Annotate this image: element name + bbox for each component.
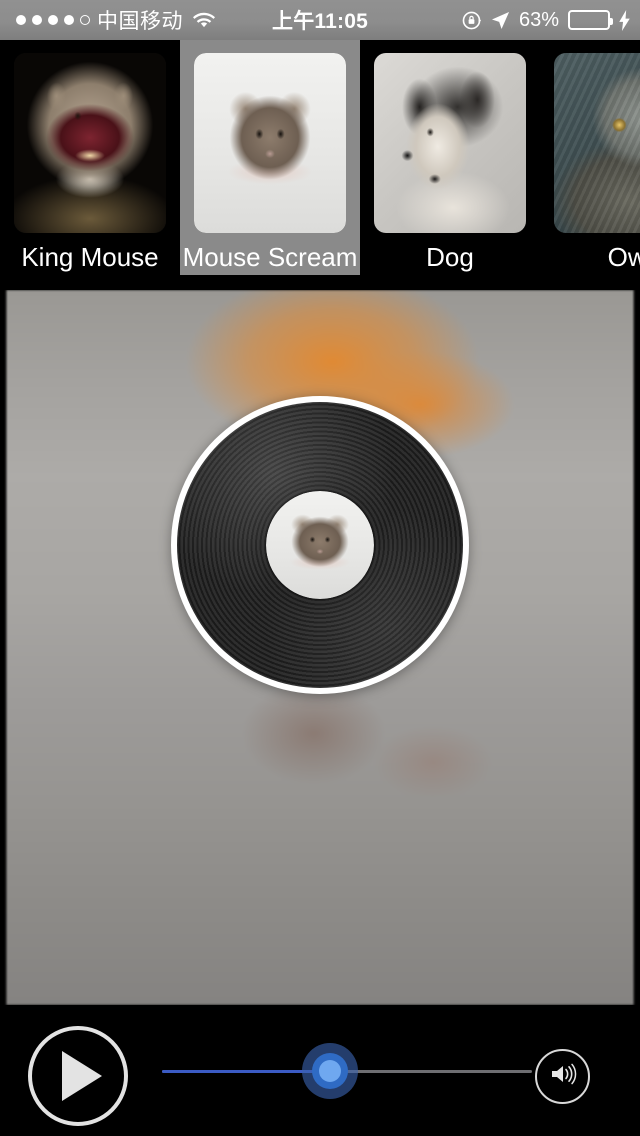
play-icon xyxy=(62,1051,102,1101)
dog-image xyxy=(374,53,526,233)
sound-thumbnail xyxy=(374,53,526,233)
sound-thumbnail xyxy=(14,53,166,233)
sound-item-label: Owl xyxy=(607,242,640,272)
king-mouse-image xyxy=(14,53,166,233)
sound-thumbnail xyxy=(554,53,640,233)
record-center-label xyxy=(266,491,374,599)
owl-image xyxy=(554,53,640,233)
lightning-bolt-icon xyxy=(618,9,631,31)
speaker-volume-icon xyxy=(548,1061,578,1092)
app-screen: 中国移动 上午11:05 63% King Mouse Mouse Scream… xyxy=(0,0,640,1136)
player-area: Stop After : 0.5H 1 Hour 2 Hour 3 Hour S… xyxy=(0,290,640,1005)
rotation-lock-icon xyxy=(461,10,482,31)
battery-percent-label: 63% xyxy=(518,8,559,31)
sound-item-label: Mouse Scream xyxy=(182,242,358,272)
sound-list: King Mouse Mouse Scream Dog Owl xyxy=(0,40,640,290)
mouse-scream-image xyxy=(194,53,346,233)
sound-item-label: King Mouse xyxy=(21,242,159,272)
sound-list-scroller[interactable]: King Mouse Mouse Scream Dog Owl xyxy=(0,40,640,290)
location-arrow-icon xyxy=(491,11,510,30)
status-bar: 中国移动 上午11:05 63% xyxy=(0,0,640,40)
sound-thumbnail xyxy=(194,53,346,233)
sound-item-mouse-scream[interactable]: Mouse Scream xyxy=(180,40,360,275)
sound-item-label: Dog xyxy=(426,242,474,272)
record-label-image xyxy=(266,491,374,599)
battery-icon xyxy=(568,10,613,30)
vinyl-record[interactable] xyxy=(171,396,469,694)
volume-slider-thumb[interactable] xyxy=(302,1043,358,1099)
status-bar-right: 63% xyxy=(461,9,640,32)
sound-item-owl[interactable]: Owl xyxy=(540,40,640,275)
sound-item-dog[interactable]: Dog xyxy=(360,40,540,275)
sound-item-king-mouse[interactable]: King Mouse xyxy=(0,40,180,275)
play-button[interactable] xyxy=(28,1026,128,1126)
volume-button[interactable] xyxy=(535,1049,590,1104)
